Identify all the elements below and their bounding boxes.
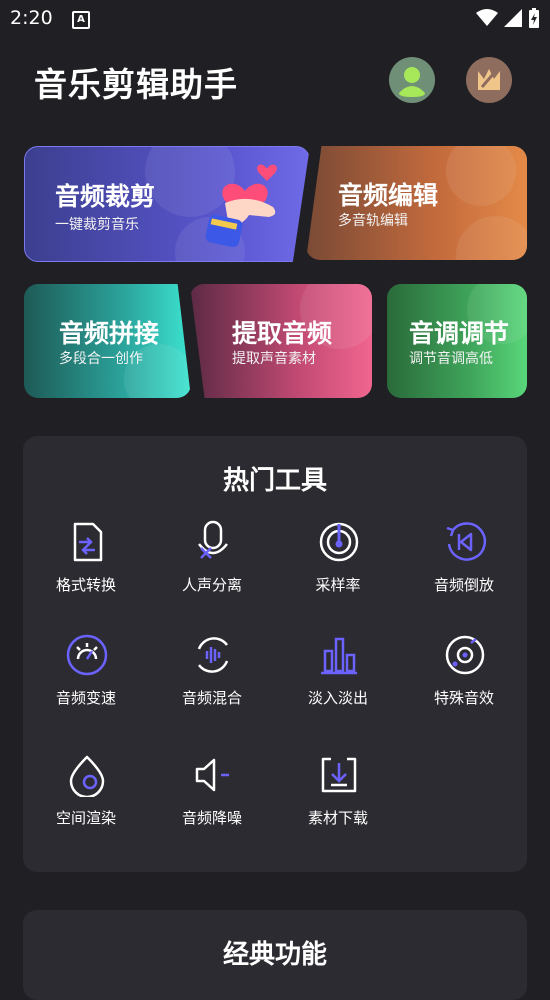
classic-features-panel: 经典功能 [23,910,527,1000]
tool-mix[interactable]: 音频混合 [149,633,275,729]
battery-icon [529,8,539,28]
file-convert-icon [73,522,103,562]
tool-denoise[interactable]: 音频降噪 [149,753,275,849]
tool-speed[interactable]: 音频变速 [23,633,149,729]
audio-edit-card[interactable]: 音频编辑 多音轨编辑 [306,146,527,260]
crown-icon [478,69,500,90]
card-subtitle: 多段合一创作 [59,351,143,367]
audio-trim-card[interactable]: 音频裁剪 一键裁剪音乐 [24,146,310,262]
tool-fade[interactable]: 淡入淡出 [275,633,401,729]
tool-label: 音频变速 [55,689,116,707]
decor-bubble [456,216,527,260]
card-title: 提取音频 [232,319,333,348]
tool-vocal-separate[interactable]: 人声分离 [149,520,275,616]
card-subtitle: 多音轨编辑 [338,213,408,229]
tool-format-convert[interactable]: 格式转换 [23,520,149,616]
decor-bubble [446,146,516,206]
card-title: 音频编辑 [338,181,439,210]
card-subtitle: 提取声音素材 [232,351,316,367]
heart-hand-icon [205,164,277,248]
user-icon [399,67,425,97]
download-icon [321,757,357,793]
tool-label: 空间渲染 [55,809,116,827]
user-avatar-button[interactable] [389,57,435,103]
tool-spatial[interactable]: 空间渲染 [23,753,149,849]
signal-icon [504,9,522,27]
card-title: 音频裁剪 [55,182,156,211]
tool-label: 素材下载 [307,809,368,827]
vocal-separate-icon [198,520,228,559]
pitch-adjust-card[interactable]: 音调调节 调节音调高低 [387,284,527,398]
tool-label: 格式转换 [55,576,116,594]
card-subtitle: 一键裁剪音乐 [55,217,139,233]
notification-icon: A [72,11,90,29]
vip-button[interactable] [466,57,512,103]
tool-sample-rate[interactable]: 采样率 [275,520,401,616]
tool-label: 音频降噪 [181,809,242,827]
tool-effects[interactable]: 特殊音效 [401,633,527,729]
section-title: 经典功能 [222,940,327,970]
effects-icon [445,635,485,675]
fade-icon [321,637,357,675]
tool-label: 淡入淡出 [307,689,368,707]
app-title: 音乐剪辑助手 [34,65,238,104]
tool-label: 人声分离 [181,576,242,594]
hot-tools-panel: 热门工具 格式转换 人声分离 采样率 音频倒放 音频变速 音频混合 淡入淡出 特… [23,436,527,872]
tool-label: 特殊音效 [433,689,494,707]
tool-label: 音频混合 [181,689,242,707]
audio-extract-card[interactable]: 提取音频 提取声音素材 [190,284,372,398]
sample-rate-icon [319,522,359,562]
reverse-icon [446,522,487,561]
status-time: 2:20 [10,7,53,29]
tool-download[interactable]: 素材下载 [275,753,401,849]
card-title: 音调调节 [409,319,510,348]
mix-icon [197,637,229,673]
section-title: 热门工具 [222,466,327,496]
status-icons [476,8,540,28]
speed-icon [66,634,108,676]
tool-label: 采样率 [315,576,361,594]
denoise-icon [195,758,229,792]
audio-concat-card[interactable]: 音频拼接 多段合一创作 [24,284,191,398]
card-title: 音频拼接 [59,319,160,348]
status-bar: 2:20 A [0,0,550,36]
card-subtitle: 调节音调高低 [409,351,493,367]
wifi-icon [476,9,498,26]
tool-label: 音频倒放 [433,576,494,594]
tool-reverse[interactable]: 音频倒放 [401,520,527,616]
spatial-icon [69,755,105,797]
